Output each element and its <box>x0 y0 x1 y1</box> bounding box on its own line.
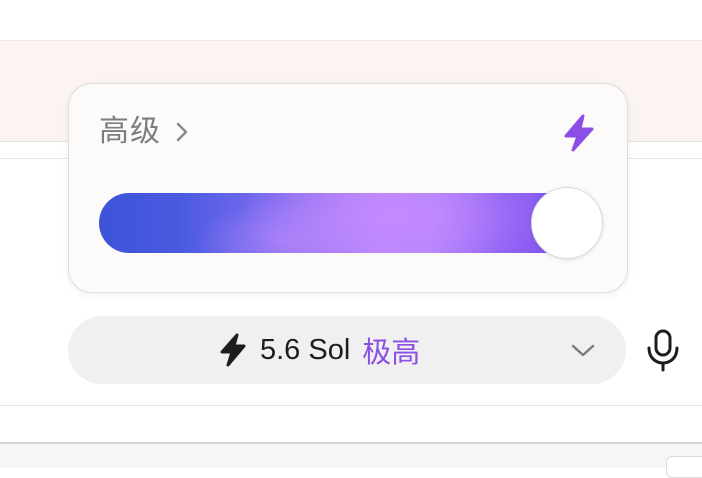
popover-title: 高级 <box>99 115 161 148</box>
bolt-icon <box>218 333 248 367</box>
microphone-icon <box>647 329 679 372</box>
advanced-settings-link[interactable]: 高级 <box>99 114 195 150</box>
microphone-button[interactable] <box>644 328 682 372</box>
footer-corner-button[interactable] <box>666 456 702 478</box>
model-selector-button[interactable]: 5.6 Sol 极高 <box>68 316 626 384</box>
reasoning-level-slider-thumb[interactable] <box>531 187 603 259</box>
footer-strip <box>0 442 702 478</box>
bolt-icon <box>561 114 597 152</box>
reasoning-level-popover: 高级 <box>68 83 628 293</box>
effort-level-label: 极高 <box>362 337 421 369</box>
reasoning-level-slider-track[interactable] <box>99 193 599 253</box>
chevron-down-icon <box>570 340 596 360</box>
chevron-right-icon <box>175 121 195 143</box>
model-name: 5.6 Sol <box>260 333 351 366</box>
